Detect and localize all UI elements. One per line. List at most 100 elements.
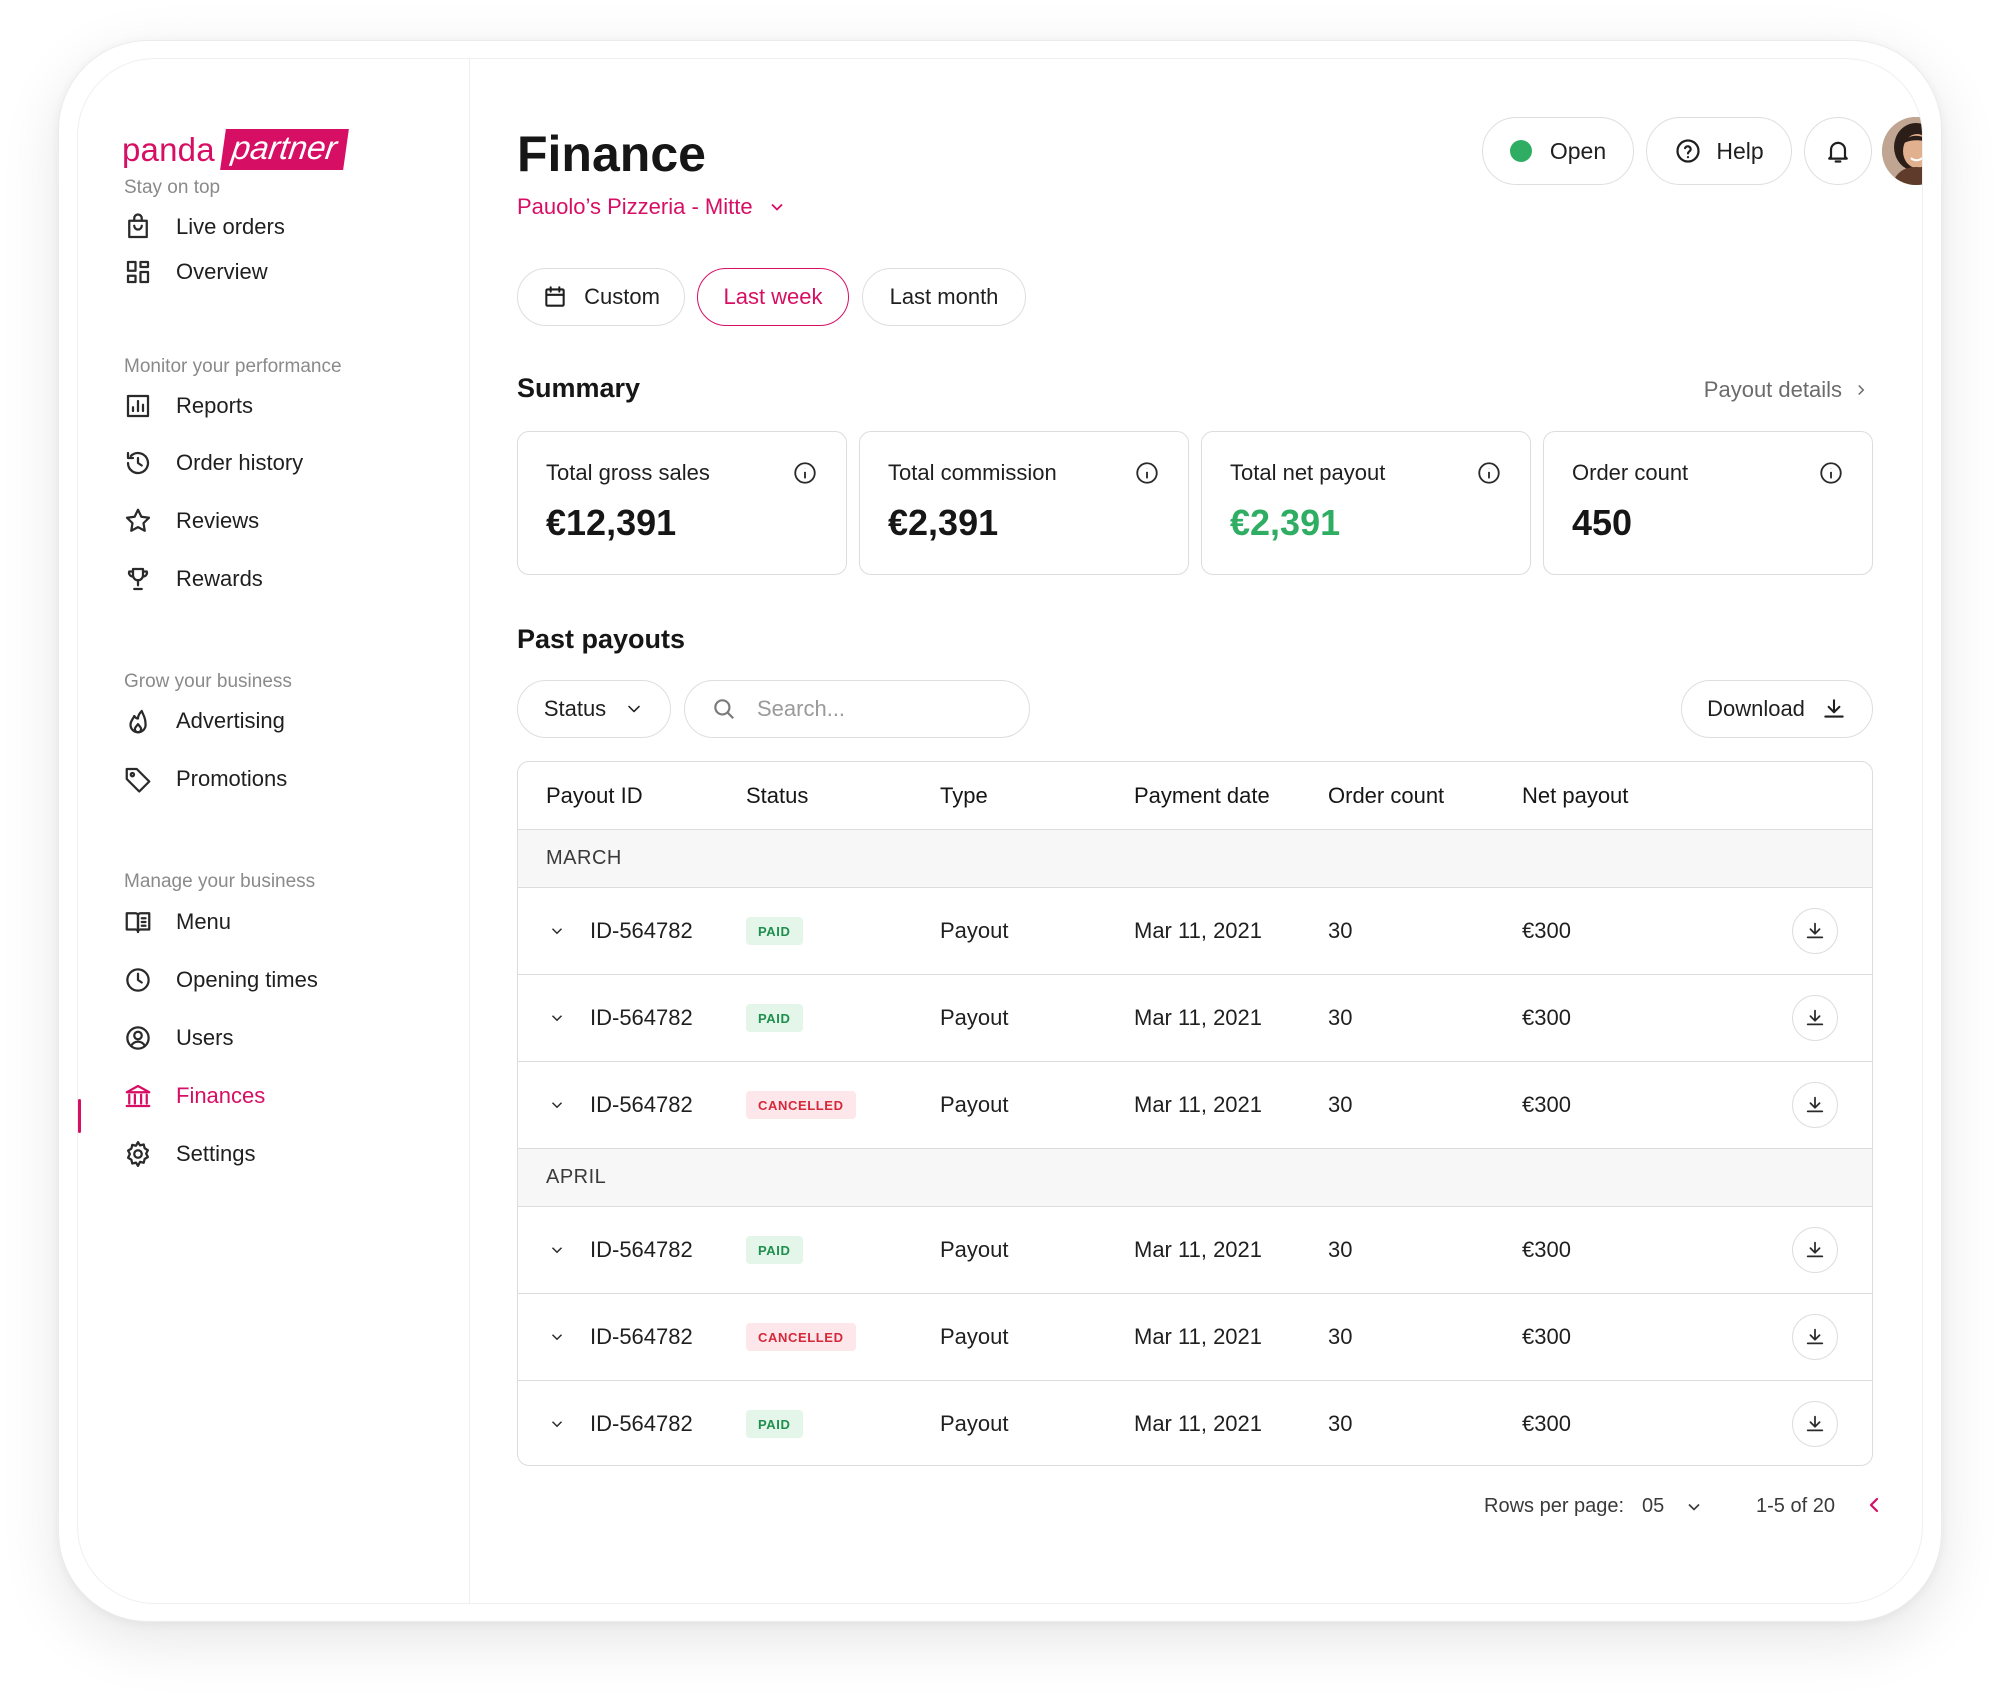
order-count: 30 xyxy=(1328,918,1353,943)
notifications-button[interactable] xyxy=(1804,117,1872,185)
column-header-net-payout[interactable]: Net payout xyxy=(1522,783,1628,809)
sidebar-item-label: Order history xyxy=(176,450,304,475)
store-selector[interactable]: Pauolo’s Pizzeria - Mitte xyxy=(517,194,787,220)
brand-logo[interactable]: panda partner xyxy=(122,129,349,170)
sidebar-item-users[interactable]: Users xyxy=(122,1016,442,1060)
table-row[interactable]: ID-564782 CANCELLED Payout Mar 11, 2021 … xyxy=(518,1062,1872,1149)
info-icon[interactable] xyxy=(1818,460,1844,486)
row-download-button[interactable] xyxy=(1792,1401,1838,1447)
search-input[interactable] xyxy=(757,696,987,722)
chevron-down-icon[interactable] xyxy=(548,1096,566,1114)
payout-id: ID-564782 xyxy=(590,1237,693,1262)
previous-page-button[interactable] xyxy=(1862,1493,1886,1517)
chevron-down-icon[interactable] xyxy=(548,922,566,940)
download-icon xyxy=(1806,1241,1824,1258)
page-title: Finance xyxy=(517,126,706,182)
column-header-order-count[interactable]: Order count xyxy=(1328,783,1444,809)
chevron-left-icon xyxy=(1869,1497,1879,1513)
rows-per-page-select[interactable]: 05 xyxy=(1642,1495,1704,1518)
filter-custom[interactable]: Custom xyxy=(517,268,685,326)
search-field[interactable] xyxy=(684,680,1030,738)
sidebar-item-reports[interactable]: Reports xyxy=(122,384,442,428)
sidebar-item-label: Reports xyxy=(176,393,254,418)
payout-type: Payout xyxy=(940,918,1009,943)
card-value: €12,391 xyxy=(546,502,677,543)
row-download-button[interactable] xyxy=(1792,1082,1838,1128)
main-content: Finance Pauolo’s Pizzeria - Mitte Open H… xyxy=(470,59,1922,1603)
summary-heading: Summary xyxy=(517,373,641,403)
row-download-button[interactable] xyxy=(1792,908,1838,954)
info-icon[interactable] xyxy=(792,460,818,486)
group-label: MARCH xyxy=(546,847,622,869)
sidebar-item-overview[interactable]: Overview xyxy=(122,250,442,294)
store-status-label: Open xyxy=(1549,137,1607,164)
sidebar-item-label: Users xyxy=(176,1025,234,1050)
row-download-button[interactable] xyxy=(1792,995,1838,1041)
filter-custom-label: Custom xyxy=(584,284,660,309)
filter-last-week[interactable]: Last week xyxy=(697,268,849,326)
order-count: 30 xyxy=(1328,1324,1353,1349)
download-icon xyxy=(1806,1096,1824,1113)
gear-icon xyxy=(122,1138,154,1170)
download-button[interactable]: Download xyxy=(1681,680,1873,738)
chevron-down-icon[interactable] xyxy=(548,1328,566,1346)
payment-date: Mar 11, 2021 xyxy=(1134,1411,1263,1436)
chevron-down-icon[interactable] xyxy=(548,1009,566,1027)
row-download-button[interactable] xyxy=(1792,1227,1838,1273)
sidebar-item-opening-times[interactable]: Opening times xyxy=(122,958,442,1002)
table-row[interactable]: ID-564782 PAID Payout Mar 11, 2021 30 €3… xyxy=(518,1207,1872,1294)
tag-icon xyxy=(122,763,154,795)
download-icon xyxy=(1806,922,1824,939)
info-icon[interactable] xyxy=(1134,460,1160,486)
sidebar-item-label: Live orders xyxy=(176,214,285,239)
column-header-type[interactable]: Type xyxy=(940,783,988,809)
payout-details-label: Payout details xyxy=(1703,377,1842,402)
pagination-range: 1-5 of 20 xyxy=(1756,1495,1835,1517)
net-payout: €300 xyxy=(1522,1092,1571,1117)
payout-id: ID-564782 xyxy=(590,918,693,943)
filter-last-month[interactable]: Last month xyxy=(862,268,1026,326)
avatar[interactable] xyxy=(1882,117,1922,185)
star-icon xyxy=(122,505,154,537)
payout-details-link[interactable]: Payout details xyxy=(1704,377,1870,403)
sidebar-item-settings[interactable]: Settings xyxy=(122,1132,442,1176)
app-window: panda partner Stay on top Live orders Ov… xyxy=(77,58,1923,1604)
status-filter-dropdown[interactable]: Status xyxy=(517,680,671,738)
net-payout: €300 xyxy=(1522,918,1571,943)
store-status-button[interactable]: Open xyxy=(1482,117,1634,185)
sidebar-item-rewards[interactable]: Rewards xyxy=(122,557,442,601)
sidebar-item-menu[interactable]: Menu xyxy=(122,900,442,944)
row-download-button[interactable] xyxy=(1792,1314,1838,1360)
summary-card-net-payout: Total net payout €2,391 xyxy=(1201,431,1531,575)
sidebar-item-reviews[interactable]: Reviews xyxy=(122,499,442,543)
download-icon xyxy=(1806,1415,1824,1432)
flame-icon xyxy=(122,705,154,737)
table-row[interactable]: ID-564782 PAID Payout Mar 11, 2021 30 €3… xyxy=(518,1381,1872,1465)
group-header-march: MARCH xyxy=(518,830,1872,888)
column-header-payout-id[interactable]: Payout ID xyxy=(546,783,643,809)
chevron-down-icon xyxy=(1688,1503,1700,1511)
sidebar-item-live-orders[interactable]: Live orders xyxy=(122,205,442,249)
rows-per-page-label: Rows per page: xyxy=(1484,1495,1625,1517)
payout-id: ID-564782 xyxy=(590,1005,693,1030)
history-icon xyxy=(122,447,154,479)
chevron-down-icon[interactable] xyxy=(548,1415,566,1433)
sidebar-item-promotions[interactable]: Promotions xyxy=(122,757,442,801)
bank-icon xyxy=(122,1080,154,1112)
info-icon[interactable] xyxy=(1476,460,1502,486)
table-row[interactable]: ID-564782 PAID Payout Mar 11, 2021 30 €3… xyxy=(518,888,1872,975)
sidebar-item-finances[interactable]: Finances xyxy=(122,1074,442,1118)
next-page-button[interactable] xyxy=(1918,1493,1922,1517)
table-row[interactable]: ID-564782 PAID Payout Mar 11, 2021 30 €3… xyxy=(518,975,1872,1062)
table-row[interactable]: ID-564782 CANCELLED Payout Mar 11, 2021 … xyxy=(518,1294,1872,1381)
chevron-down-icon[interactable] xyxy=(548,1241,566,1259)
sidebar-item-advertising[interactable]: Advertising xyxy=(122,699,442,743)
help-button[interactable]: Help xyxy=(1646,117,1792,185)
payment-date: Mar 11, 2021 xyxy=(1134,1092,1263,1117)
sidebar-item-order-history[interactable]: Order history xyxy=(122,441,442,485)
status-filter-label: Status xyxy=(543,696,607,721)
sidebar-item-label: Menu xyxy=(176,909,232,934)
column-header-status[interactable]: Status xyxy=(746,783,808,809)
column-header-payment-date[interactable]: Payment date xyxy=(1134,783,1270,809)
filter-last-week-label: Last week xyxy=(723,284,823,309)
